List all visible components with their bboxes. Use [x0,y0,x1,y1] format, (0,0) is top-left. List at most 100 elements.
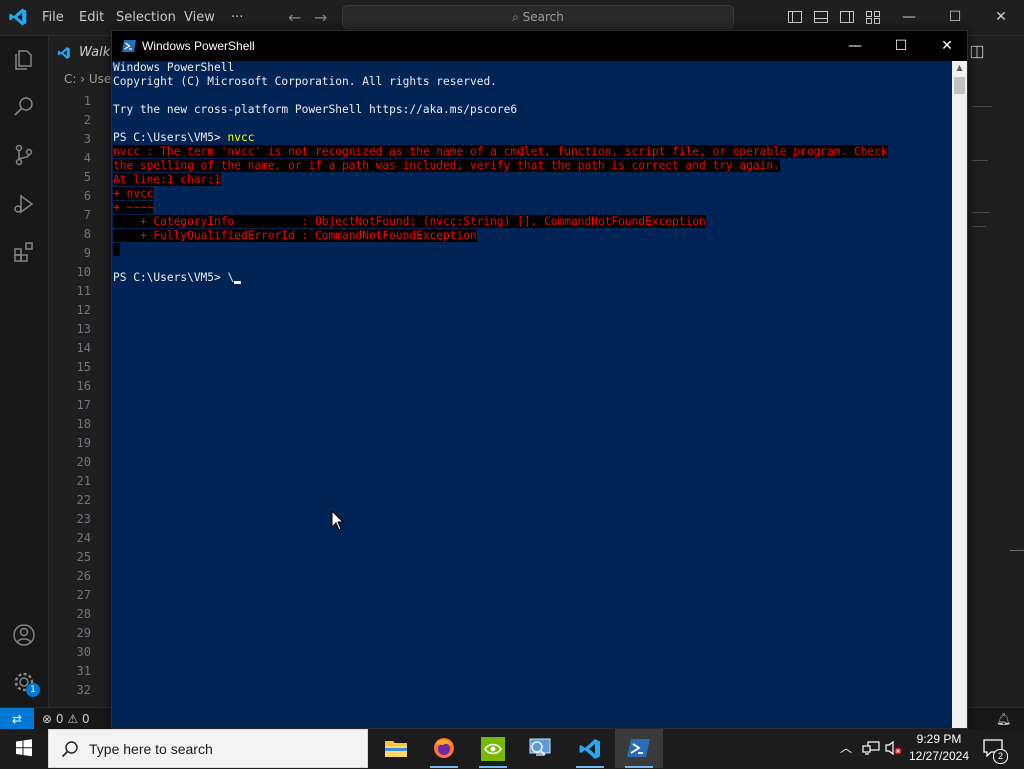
network-icon[interactable] [862,740,880,756]
vscode-close-icon[interactable]: ✕ [978,0,1024,35]
split-editor-icon[interactable] [970,45,984,59]
line-number: 7 [83,208,91,222]
notification-count-badge: 2 [993,749,1008,764]
line-number: 3 [83,132,91,146]
scroll-up-arrow-icon[interactable]: ▲ [952,61,967,75]
prompt: PS C:\Users\VM5> [113,131,228,144]
taskbar-search-placeholder: Type here to search [89,741,213,757]
line-number: 29 [76,626,91,640]
taskbar-search-box[interactable]: Type here to search [48,729,368,768]
error-count: 0 [55,712,64,726]
line-number: 2 [83,113,91,127]
line-number: 14 [76,341,91,355]
error-icon: ⊗ [42,712,53,726]
toggle-primary-sidebar-icon[interactable] [787,9,803,25]
run-debug-icon[interactable] [12,192,36,216]
notifications-bell-icon[interactable]: 🔔︎ [996,708,1011,730]
update-badge: 1 [26,683,40,697]
line-number: 1 [83,94,91,108]
line-number: 4 [83,151,91,165]
line-number: 12 [76,303,91,317]
problems-indicator[interactable]: ⊗ 0 ⚠ 0 [42,708,90,730]
line-number: 9 [83,246,91,260]
toggle-panel-icon[interactable] [813,9,829,25]
search-placeholder: Search [522,10,564,24]
remote-indicator-icon[interactable]: ⇄ [0,708,34,730]
powershell-title: Windows PowerShell [142,39,255,53]
text-cursor [234,281,242,284]
error-line: the spelling of the name, or if a path w… [113,159,780,172]
powershell-title-bar[interactable]: Windows PowerShell — ☐ ✕ [112,31,967,61]
error-line: + nvcc [113,187,154,200]
line-number: 30 [76,645,91,659]
windows-start-icon[interactable] [0,729,48,768]
line-number: 13 [76,322,91,336]
command-text: nvcc [227,131,255,144]
extensions-icon[interactable] [12,240,36,264]
line-number: 16 [76,379,91,393]
line-number: 11 [76,284,91,298]
powershell-console[interactable]: Windows PowerShell Copyright (C) Microso… [112,61,952,728]
line-number: 31 [76,664,91,678]
powershell-icon[interactable] [615,729,663,768]
ps-scrollbar[interactable]: ▲ [952,61,967,728]
vscode-tab-icon [57,47,70,59]
show-hidden-icons-chevron-icon[interactable]: ︿ [838,740,854,756]
line-number: 26 [76,569,91,583]
firefox-icon[interactable] [420,729,468,768]
error-line: nvcc : The term 'nvcc' is not recognized… [113,145,888,158]
line-number: 20 [76,455,91,469]
error-line: + ~~~~ [113,201,154,214]
activity-bar: 1 [0,36,49,707]
console-prompt-line: PS C:\Users\VM5> nvcc [113,131,254,145]
line-number: 21 [76,474,91,488]
ps-close-icon[interactable]: ✕ [924,31,970,61]
explorer-icon[interactable] [12,48,36,72]
warning-icon: ⚠ [67,712,79,726]
search-activity-icon[interactable] [12,94,36,118]
powershell-window-icon [122,40,136,52]
breadcrumb[interactable]: C: › Use [64,72,111,86]
line-number: 17 [76,398,91,412]
customize-layout-icon[interactable] [865,9,881,25]
warning-count: 0 [81,712,90,726]
tab-label: Walk [79,45,111,60]
search-magnifier-icon [61,741,78,758]
line-number: 25 [76,550,91,564]
line-number: 19 [76,436,91,450]
line-number: 15 [76,360,91,374]
console-line: Copyright (C) Microsoft Corporation. All… [113,75,497,88]
editor-actions [968,38,1024,66]
error-line: At line:1 char:1 [113,173,221,186]
prompt: PS C:\Users\VM5> [113,271,228,284]
line-number: 10 [76,265,91,279]
accounts-icon[interactable] [12,623,36,647]
scroll-thumb[interactable] [954,77,965,94]
file-explorer-icon[interactable] [372,729,420,768]
console-line: Try the new cross-platform PowerShell ht… [113,103,518,116]
console-prompt-line: PS C:\Users\VM5> \ [113,271,242,285]
nvidia-icon[interactable] [469,729,517,768]
error-line [113,243,120,256]
command-center-search[interactable]: ⌕ Search [342,5,734,29]
system-clock[interactable]: 9:29 PM 12/27/2024 [900,731,978,765]
powershell-window: Windows PowerShell — ☐ ✕ Windows PowerSh… [111,30,968,729]
error-line: + FullyQualifiedErrorId : CommandNotFoun… [113,229,477,242]
remote-desktop-icon[interactable] [517,729,565,768]
line-number: 22 [76,493,91,507]
error-line: + CategoryInfo : ObjectNotFound: (nvcc:S… [113,215,706,228]
vscode-icon[interactable] [566,729,614,768]
windows-taskbar: Type here to search ︿ 9:29 PM 12/27/2024… [0,729,1024,768]
source-control-icon[interactable] [12,143,36,167]
typed-input: \ [227,271,235,284]
line-number: 5 [83,170,91,184]
ps-maximize-icon[interactable]: ☐ [878,31,924,61]
ps-minimize-icon[interactable]: — [832,31,878,61]
console-line: Windows PowerShell [113,61,235,74]
menu-edit[interactable]: Edit [79,0,104,35]
search-icon: ⌕ [512,10,523,24]
line-number: 28 [76,607,91,621]
menu-file[interactable]: File [42,0,64,35]
line-number: 23 [76,512,91,526]
toggle-secondary-sidebar-icon[interactable] [839,9,855,25]
